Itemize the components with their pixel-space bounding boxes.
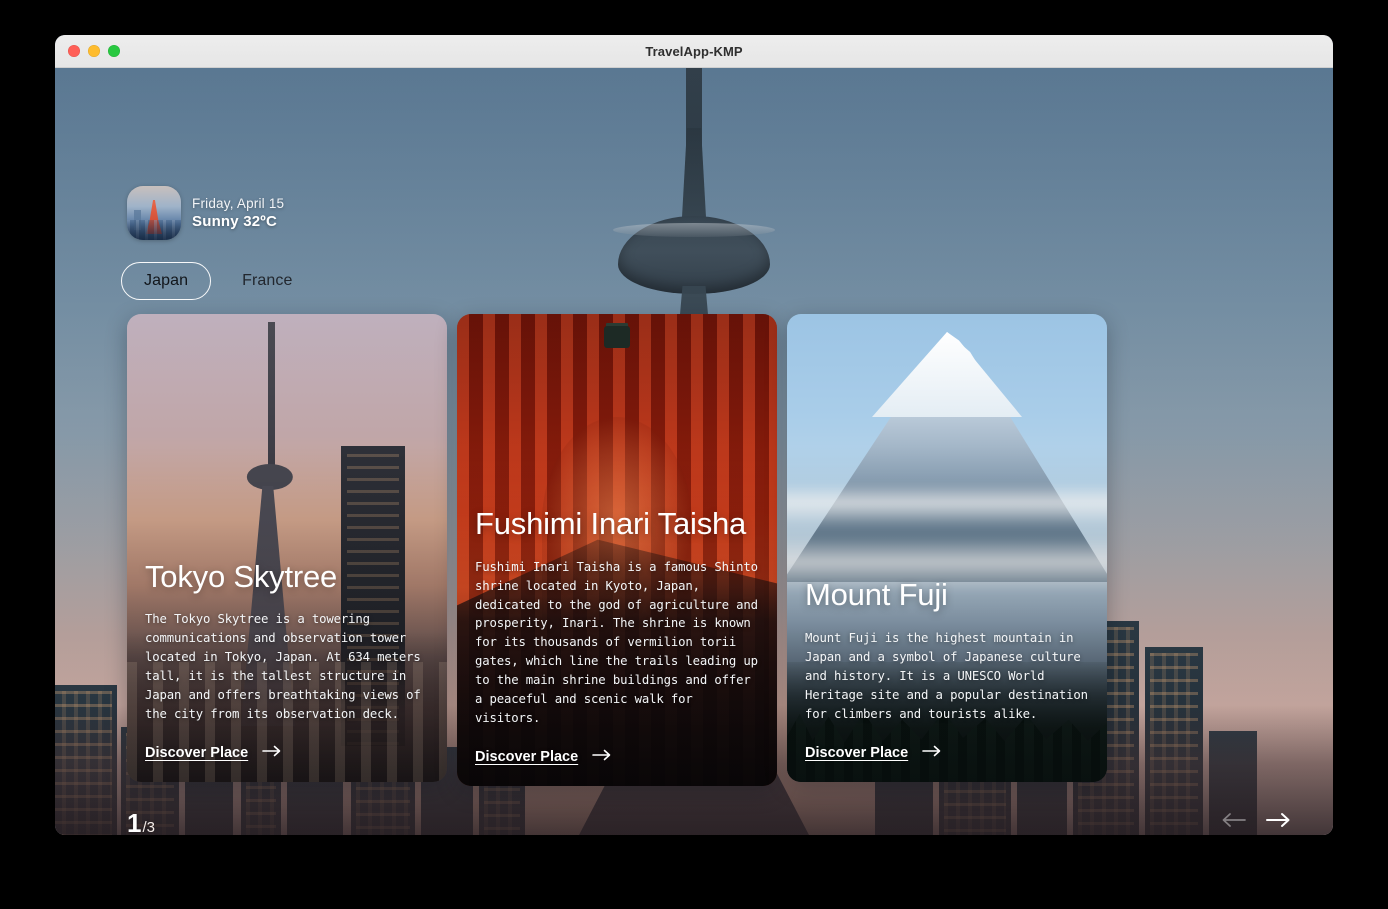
- close-window-button[interactable]: [68, 45, 80, 57]
- country-tab-bar: Japan France: [121, 262, 316, 300]
- discover-place-label: Discover Place: [805, 745, 908, 761]
- card-title: Tokyo Skytree: [145, 559, 429, 595]
- app-window: TravelApp-KMP: [55, 35, 1333, 835]
- arrow-right-icon: [262, 744, 282, 762]
- weather-text: Friday, April 15 Sunny 32ºC: [192, 196, 284, 230]
- destination-card-mount-fuji[interactable]: Mount Fuji Mount Fuji is the highest mou…: [787, 314, 1107, 782]
- minimize-window-button[interactable]: [88, 45, 100, 57]
- discover-place-link[interactable]: Discover Place: [145, 744, 282, 762]
- destination-card-list: Tokyo Skytree The Tokyo Skytree is a tow…: [127, 314, 1107, 786]
- weather-widget: Friday, April 15 Sunny 32ºC: [127, 186, 284, 240]
- card-title: Fushimi Inari Taisha: [475, 506, 759, 542]
- carousel-pager: 1 /3: [127, 810, 155, 835]
- arrow-right-icon: [592, 748, 612, 766]
- weather-date: Friday, April 15: [192, 196, 284, 211]
- window-titlebar: TravelApp-KMP: [55, 35, 1333, 68]
- window-title: TravelApp-KMP: [55, 44, 1333, 59]
- discover-place-link[interactable]: Discover Place: [475, 748, 612, 766]
- tab-japan[interactable]: Japan: [121, 262, 211, 300]
- pager-total-count: /3: [142, 819, 155, 835]
- card-body: Mount Fuji Mount Fuji is the highest mou…: [787, 577, 1107, 782]
- screenshot-root: TravelApp-KMP: [0, 0, 1388, 909]
- card-description: The Tokyo Skytree is a towering communic…: [145, 610, 429, 724]
- carousel-nav-arrows: [1221, 812, 1291, 833]
- discover-place-link[interactable]: Discover Place: [805, 744, 942, 762]
- discover-place-label: Discover Place: [145, 745, 248, 761]
- destination-card-fushimi-inari-taisha[interactable]: Fushimi Inari Taisha Fushimi Inari Taish…: [457, 314, 777, 786]
- discover-place-label: Discover Place: [475, 749, 578, 765]
- zoom-window-button[interactable]: [108, 45, 120, 57]
- card-body: Fushimi Inari Taisha Fushimi Inari Taish…: [457, 506, 777, 786]
- tab-france[interactable]: France: [219, 262, 315, 300]
- card-title: Mount Fuji: [805, 577, 1089, 613]
- destination-card-tokyo-skytree[interactable]: Tokyo Skytree The Tokyo Skytree is a tow…: [127, 314, 447, 782]
- arrow-right-icon: [922, 744, 942, 762]
- card-description: Mount Fuji is the highest mountain in Ja…: [805, 629, 1089, 724]
- carousel-next-button[interactable]: [1265, 812, 1291, 833]
- card-body: Tokyo Skytree The Tokyo Skytree is a tow…: [127, 559, 447, 782]
- tokyo-tower-avatar-icon: [127, 186, 181, 240]
- weather-condition: Sunny 32ºC: [192, 213, 284, 230]
- app-content: Friday, April 15 Sunny 32ºC Japan France: [55, 68, 1333, 835]
- carousel-prev-button[interactable]: [1221, 812, 1247, 833]
- pager-current-index: 1: [127, 810, 141, 835]
- traffic-light-group: [68, 45, 120, 57]
- card-description: Fushimi Inari Taisha is a famous Shinto …: [475, 558, 759, 728]
